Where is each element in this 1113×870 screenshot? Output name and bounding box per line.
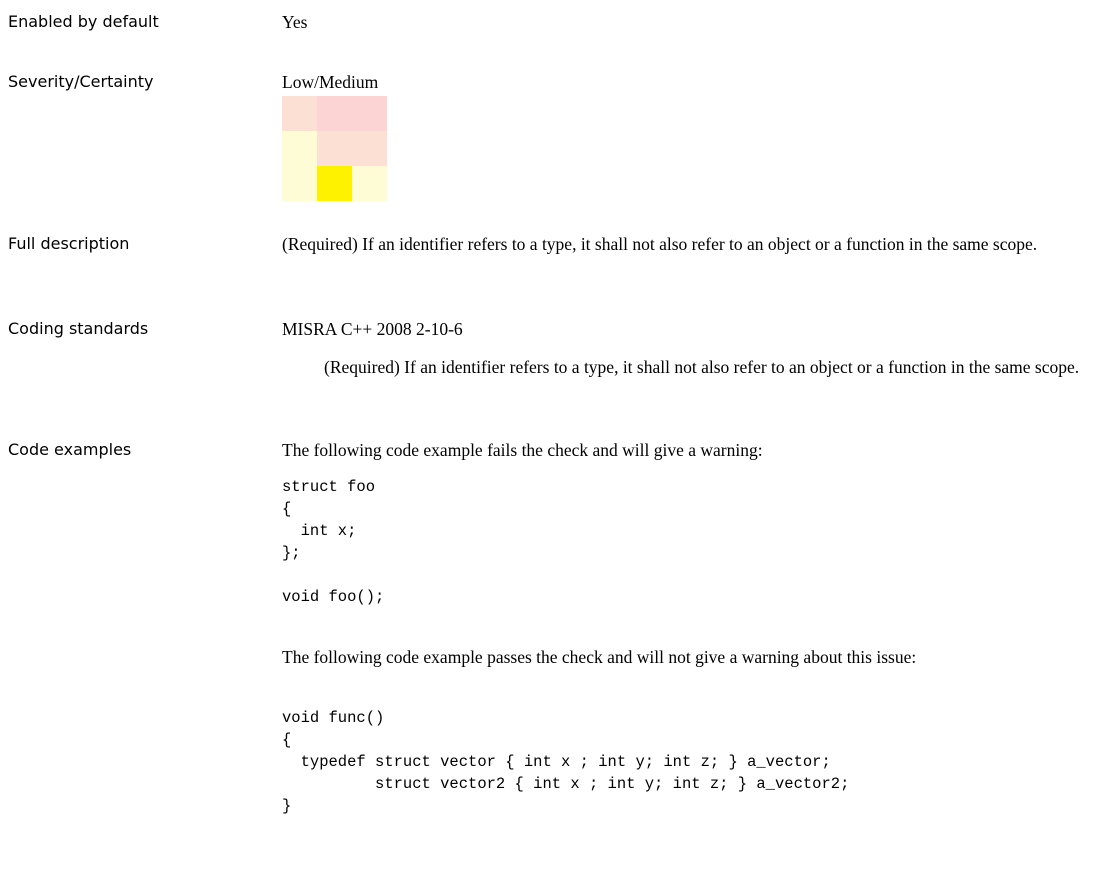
coding-standard-name: MISRA C++ 2008 2-10-6 bbox=[282, 319, 463, 339]
severity-certainty-value: Low/Medium bbox=[282, 72, 379, 92]
full-description-text: (Required) If an identifier refers to a … bbox=[282, 234, 1038, 254]
code-examples-label: Code examples bbox=[8, 440, 132, 459]
severity-certainty-matrix bbox=[282, 96, 387, 201]
matrix-cell bbox=[282, 131, 317, 166]
passing-example-intro: The following code example passes the ch… bbox=[282, 647, 917, 667]
coding-standards-label: Coding standards bbox=[8, 319, 149, 338]
failing-code-block: struct foo { int x; }; void foo(); bbox=[282, 478, 385, 606]
matrix-cell-selected bbox=[317, 166, 352, 201]
matrix-cell bbox=[317, 96, 352, 131]
matrix-cell bbox=[352, 166, 387, 201]
passing-code-block: void func() { typedef struct vector { in… bbox=[282, 709, 850, 815]
severity-certainty-label: Severity/Certainty bbox=[8, 72, 154, 91]
matrix-cell bbox=[352, 131, 387, 166]
matrix-cell bbox=[282, 96, 317, 131]
matrix-cell bbox=[317, 131, 352, 166]
enabled-by-default-label: Enabled by default bbox=[8, 12, 159, 31]
matrix-cell bbox=[282, 166, 317, 201]
full-description-label: Full description bbox=[8, 234, 130, 253]
matrix-cell bbox=[352, 96, 387, 131]
failing-example-intro: The following code example fails the che… bbox=[282, 440, 763, 460]
coding-standard-description: (Required) If an identifier refers to a … bbox=[324, 357, 1080, 377]
enabled-by-default-value: Yes bbox=[282, 12, 308, 32]
